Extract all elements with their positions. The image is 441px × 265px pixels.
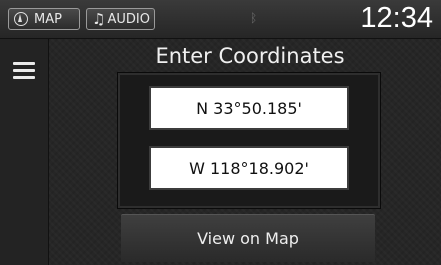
hamburger-menu-icon[interactable] [13,62,35,80]
left-rail [0,39,49,265]
longitude-field[interactable]: W 118°18.902' [151,148,347,188]
nav-screen: MAP ♫ AUDIO ᛒ 12:34 Enter Coordinates N … [0,0,441,265]
status-bar: MAP ♫ AUDIO ᛒ 12:34 [0,0,441,39]
bluetooth-icon: ᛒ [250,11,258,25]
audio-button[interactable]: ♫ AUDIO [86,8,155,30]
map-button[interactable]: MAP [8,8,80,30]
map-button-label: MAP [34,11,62,27]
view-on-map-button[interactable]: View on Map [121,214,375,262]
navigation-arrow-icon [14,12,28,26]
latitude-field[interactable]: N 33°50.185' [151,88,347,128]
music-note-icon: ♫ [92,9,106,28]
clock: 12:34 [360,2,433,34]
audio-button-label: AUDIO [107,11,150,27]
page-title: Enter Coordinates [155,44,345,68]
coordinates-panel: N 33°50.185' W 118°18.902' [117,72,381,209]
